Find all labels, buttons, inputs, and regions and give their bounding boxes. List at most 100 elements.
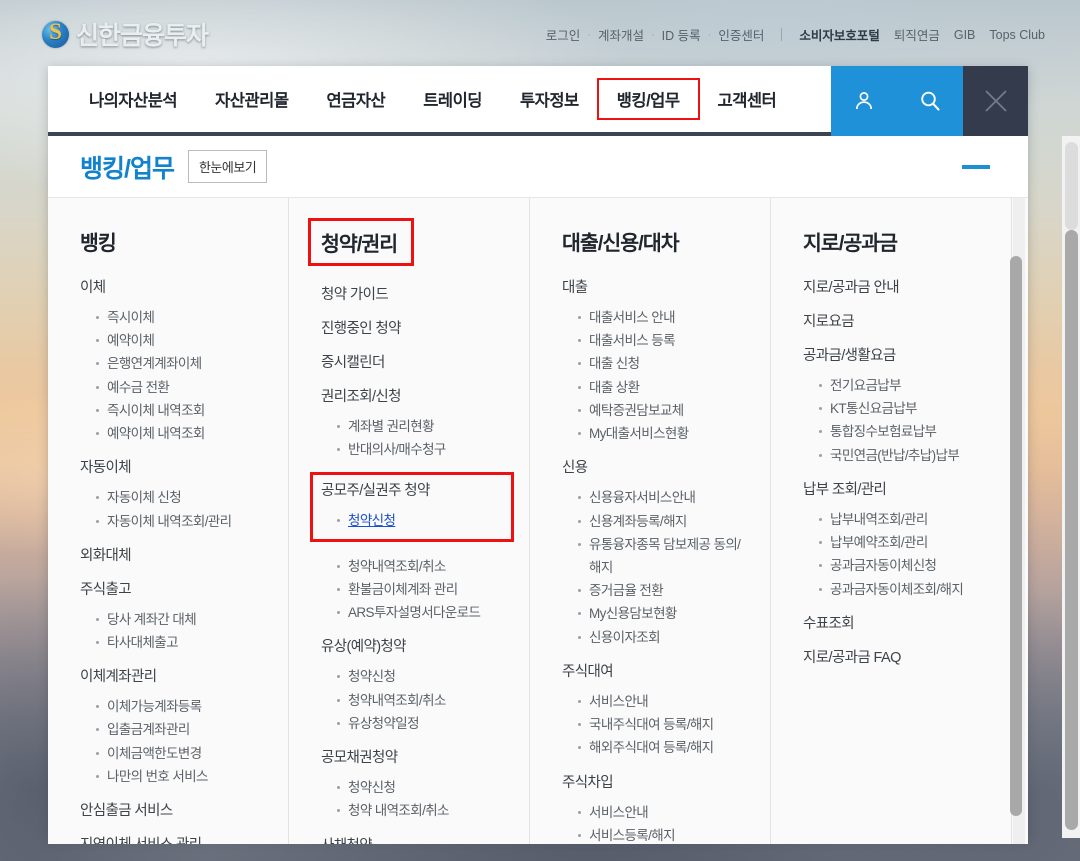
site-logo[interactable]: 신한금융투자 — [42, 16, 208, 52]
menu-item[interactable]: 예약이체 내역조회 — [96, 422, 270, 445]
util-link-0[interactable]: 로그인 — [539, 25, 588, 44]
menu-item[interactable]: 반대의사/매수청구 — [337, 438, 511, 461]
menu-item[interactable]: 환불금이체계좌 관리 — [337, 578, 511, 601]
menu-item[interactable]: 청약신청 — [337, 665, 511, 688]
menu-item[interactable]: 이체가능계좌등록 — [96, 695, 270, 718]
page-scrollbar-thumb[interactable] — [1065, 230, 1078, 830]
menu-group-title[interactable]: 안심출금 서비스 — [80, 801, 270, 822]
menu-item[interactable]: 납부내역조회/관리 — [819, 508, 993, 531]
menu-item[interactable]: 서비스안내 — [578, 690, 752, 713]
nav-item-3[interactable]: 트레이딩 — [404, 79, 501, 119]
menu-item[interactable]: 전기요금납부 — [819, 374, 993, 397]
menu-item[interactable]: My대출서비스현황 — [578, 422, 752, 445]
menu-item[interactable]: 대출서비스 등록 — [578, 329, 752, 352]
search-icon-button[interactable] — [897, 66, 963, 136]
menu-item[interactable]: 청약 내역조회/취소 — [337, 799, 511, 822]
menu-item[interactable]: 타사대체출고 — [96, 631, 270, 654]
menu-group-title[interactable]: 권리조회/신청 — [321, 387, 511, 408]
nav-item-6[interactable]: 고객센터 — [699, 79, 796, 119]
menu-item[interactable]: 공과금자동이체신청 — [819, 554, 993, 577]
close-menu-button[interactable] — [963, 66, 1028, 136]
nav-item-0[interactable]: 나의자산분석 — [70, 79, 196, 119]
menu-item[interactable]: ARS투자설명서다운로드 — [337, 601, 511, 624]
menu-item[interactable]: 예탁증권담보교체 — [578, 399, 752, 422]
menu-item[interactable]: 청약신청 — [337, 776, 511, 799]
nav-item-5[interactable]: 뱅킹/업무 — [598, 79, 699, 119]
menu-item[interactable]: 청약신청 — [337, 509, 501, 532]
menu-group-title[interactable]: 지로/공과금 안내 — [803, 278, 993, 299]
menu-item[interactable]: 당사 계좌간 대체 — [96, 608, 270, 631]
util-link-11[interactable]: 퇴직연금 — [887, 25, 947, 44]
menu-item[interactable]: 자동이체 신청 — [96, 486, 270, 509]
menu-item[interactable]: 신용이자조회 — [578, 626, 752, 649]
glance-view-button[interactable]: 한눈에보기 — [188, 150, 267, 183]
menu-item[interactable]: 청약내역조회/취소 — [337, 689, 511, 712]
menu-item[interactable]: 대출 신청 — [578, 352, 752, 375]
menu-item[interactable]: 유통융자종목 담보제공 동의/해지 — [578, 533, 752, 579]
menu-item[interactable]: My신용담보현황 — [578, 602, 752, 625]
nav-item-2[interactable]: 연금자산 — [308, 79, 405, 119]
inner-scrollbar-thumb[interactable] — [1010, 256, 1022, 816]
menu-group-title[interactable]: 납부 조회/관리 — [803, 480, 993, 501]
menu-group-title[interactable]: 자동이체 — [80, 458, 270, 479]
menu-group-title[interactable]: 주식대여 — [562, 662, 752, 683]
menu-item[interactable]: 입출금계좌관리 — [96, 718, 270, 741]
menu-group-title[interactable]: 이체계좌관리 — [80, 667, 270, 688]
menu-item[interactable]: 대출서비스 안내 — [578, 306, 752, 329]
menu-group-title[interactable]: 공모채권청약 — [321, 748, 511, 769]
menu-group-title[interactable]: 대출 — [562, 278, 752, 299]
util-link-3[interactable]: 인증센터 — [711, 25, 771, 44]
menu-group-title[interactable]: 신용 — [562, 458, 752, 479]
menu-item[interactable]: 신용융자서비스안내 — [578, 486, 752, 509]
menu-item[interactable]: 이체금액한도변경 — [96, 742, 270, 765]
menu-item[interactable]: 증거금율 전환 — [578, 579, 752, 602]
menu-item[interactable]: 즉시이체 — [96, 306, 270, 329]
menu-item[interactable]: 계좌별 권리현황 — [337, 415, 511, 438]
inner-scrollbar-track[interactable] — [1013, 198, 1025, 844]
menu-item[interactable]: 해외주식대여 등록/해지 — [578, 736, 752, 759]
util-link-12[interactable]: GIB — [947, 28, 983, 42]
util-link-2[interactable]: ID 등록 — [655, 25, 708, 44]
menu-group-title[interactable]: 유상(예약)청약 — [321, 637, 511, 658]
menu-item[interactable]: 국민연금(반납/추납)납부 — [819, 444, 993, 467]
menu-item[interactable]: 청약내역조회/취소 — [337, 555, 511, 578]
menu-group-title[interactable]: 수표조회 — [803, 614, 993, 635]
nav-item-4[interactable]: 투자정보 — [501, 79, 598, 119]
menu-item[interactable]: 자동이체 내역조회/관리 — [96, 510, 270, 533]
page-scrollbar-track-upper[interactable] — [1065, 142, 1078, 230]
menu-group-title[interactable]: 공모주/실권주 청약 — [321, 481, 501, 502]
menu-group-title[interactable]: 진행중인 청약 — [321, 319, 511, 340]
menu-item[interactable]: 공과금자동이체조회/해지 — [819, 578, 993, 601]
menu-group-title[interactable]: 이체 — [80, 278, 270, 299]
menu-group-title[interactable]: 외화대체 — [80, 546, 270, 567]
util-link-1[interactable]: 계좌개설 — [591, 25, 651, 44]
menu-item[interactable]: 통합징수보험료납부 — [819, 420, 993, 443]
menu-item-link[interactable]: 청약신청 — [348, 513, 395, 528]
menu-group-title[interactable]: 청약 가이드 — [321, 285, 511, 306]
menu-item[interactable]: 납부예약조회/관리 — [819, 531, 993, 554]
util-link-10[interactable]: 소비자보호포털 — [792, 25, 887, 44]
menu-item[interactable]: 서비스안내 — [578, 801, 752, 824]
nav-item-1[interactable]: 자산관리몰 — [196, 79, 307, 119]
menu-group-title[interactable]: 지로/공과금 FAQ — [803, 648, 993, 669]
menu-group-title[interactable]: 증시캘린더 — [321, 353, 511, 374]
menu-item[interactable]: 신용계좌등록/해지 — [578, 510, 752, 533]
user-icon-button[interactable] — [831, 66, 897, 136]
minus-icon[interactable] — [962, 165, 990, 169]
menu-group-title[interactable]: 주식차입 — [562, 773, 752, 794]
menu-group-title[interactable]: 공과금/생활요금 — [803, 346, 993, 367]
menu-item[interactable]: 은행연계계좌이체 — [96, 352, 270, 375]
menu-item[interactable]: 즉시이체 내역조회 — [96, 399, 270, 422]
menu-group-title[interactable]: 지연이체 서비스 관리 — [80, 835, 270, 844]
menu-item[interactable]: 대출 상환 — [578, 376, 752, 399]
menu-group-title[interactable]: 사채청약 — [321, 836, 511, 844]
util-link-13[interactable]: Tops Club — [982, 28, 1052, 42]
menu-item[interactable]: 국내주식대여 등록/해지 — [578, 713, 752, 736]
menu-group-title[interactable]: 주식출고 — [80, 580, 270, 601]
menu-item[interactable]: 유상청약일정 — [337, 712, 511, 735]
menu-item[interactable]: KT통신요금납부 — [819, 397, 993, 420]
menu-item[interactable]: 나만의 번호 서비스 — [96, 765, 270, 788]
menu-item[interactable]: 예약이체 — [96, 329, 270, 352]
menu-group-title[interactable]: 지로요금 — [803, 312, 993, 333]
menu-item[interactable]: 서비스등록/해지 — [578, 824, 752, 844]
